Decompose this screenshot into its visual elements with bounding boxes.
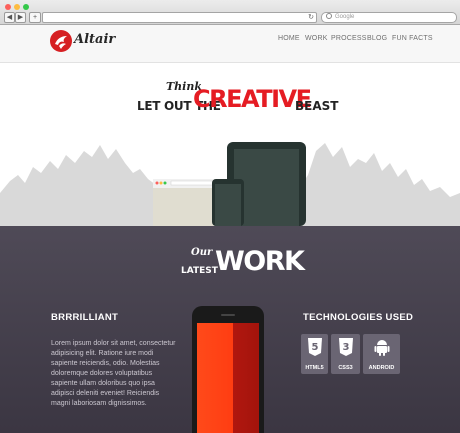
zoom-window-button[interactable] bbox=[23, 4, 29, 10]
technology-badge-android: ANDROID bbox=[363, 334, 400, 374]
project-title: BRRRILLIANT bbox=[51, 312, 119, 323]
phone-mockup bbox=[192, 306, 264, 433]
logo-icon[interactable] bbox=[50, 30, 72, 52]
work-latest: LATEST bbox=[181, 266, 218, 276]
close-window-button[interactable] bbox=[5, 4, 11, 10]
reload-icon[interactable]: ↻ bbox=[308, 13, 314, 22]
phone-illustration bbox=[212, 179, 244, 226]
website: Altair HOME WORK PROCESS BLOG FUN FACTS … bbox=[0, 25, 460, 433]
nav-blog[interactable]: BLOG bbox=[367, 35, 387, 42]
phone-speaker bbox=[221, 314, 235, 316]
mountain-silhouette bbox=[0, 145, 162, 226]
svg-text:3: 3 bbox=[342, 342, 349, 353]
project-description: Lorem ipsum dolor sit amet, consectetur … bbox=[51, 340, 176, 407]
site-header: Altair HOME WORK PROCESS BLOG FUN FACTS bbox=[0, 25, 460, 63]
technology-badge-css3: 3 CSS3 bbox=[331, 334, 360, 374]
technologies-title: TECHNOLOGIES USED bbox=[303, 312, 414, 323]
technology-label: HTML5 bbox=[305, 365, 324, 371]
nav-home[interactable]: HOME bbox=[278, 35, 300, 42]
hero-illustration bbox=[0, 142, 460, 226]
forward-button[interactable]: ▶ bbox=[15, 12, 26, 23]
work-our: Our bbox=[191, 247, 213, 258]
browser-toolbar: ◀ ▶ + ↻ Google bbox=[0, 0, 460, 25]
logo-text[interactable]: Altair bbox=[74, 32, 115, 47]
search-icon bbox=[326, 13, 332, 19]
back-button[interactable]: ◀ bbox=[4, 12, 15, 23]
minimize-window-button[interactable] bbox=[14, 4, 20, 10]
technology-label: ANDROID bbox=[368, 365, 395, 371]
technology-badge-html5: 5 HTML5 bbox=[301, 334, 328, 374]
android-icon bbox=[374, 340, 389, 356]
address-bar[interactable]: ↻ bbox=[42, 12, 317, 23]
work-section: Our LATEST WORK BRRRILLIANT Lorem ipsum … bbox=[0, 226, 460, 433]
technology-label: CSS3 bbox=[338, 365, 353, 371]
search-field[interactable]: Google bbox=[321, 12, 457, 23]
nav-work[interactable]: WORK bbox=[305, 35, 328, 42]
svg-text:5: 5 bbox=[311, 342, 318, 353]
search-placeholder: Google bbox=[335, 14, 355, 20]
nav-process[interactable]: PROCESS bbox=[331, 35, 367, 42]
phone-screen bbox=[197, 323, 259, 433]
hero-section: Think LET OUT THE CREATIVE BEAST bbox=[0, 63, 460, 226]
nav-fun-facts[interactable]: FUN FACTS bbox=[392, 35, 433, 42]
css3-icon: 3 bbox=[338, 338, 353, 356]
work-title: WORK bbox=[215, 246, 305, 277]
html5-icon: 5 bbox=[307, 338, 322, 356]
new-tab-button[interactable]: + bbox=[29, 12, 41, 23]
